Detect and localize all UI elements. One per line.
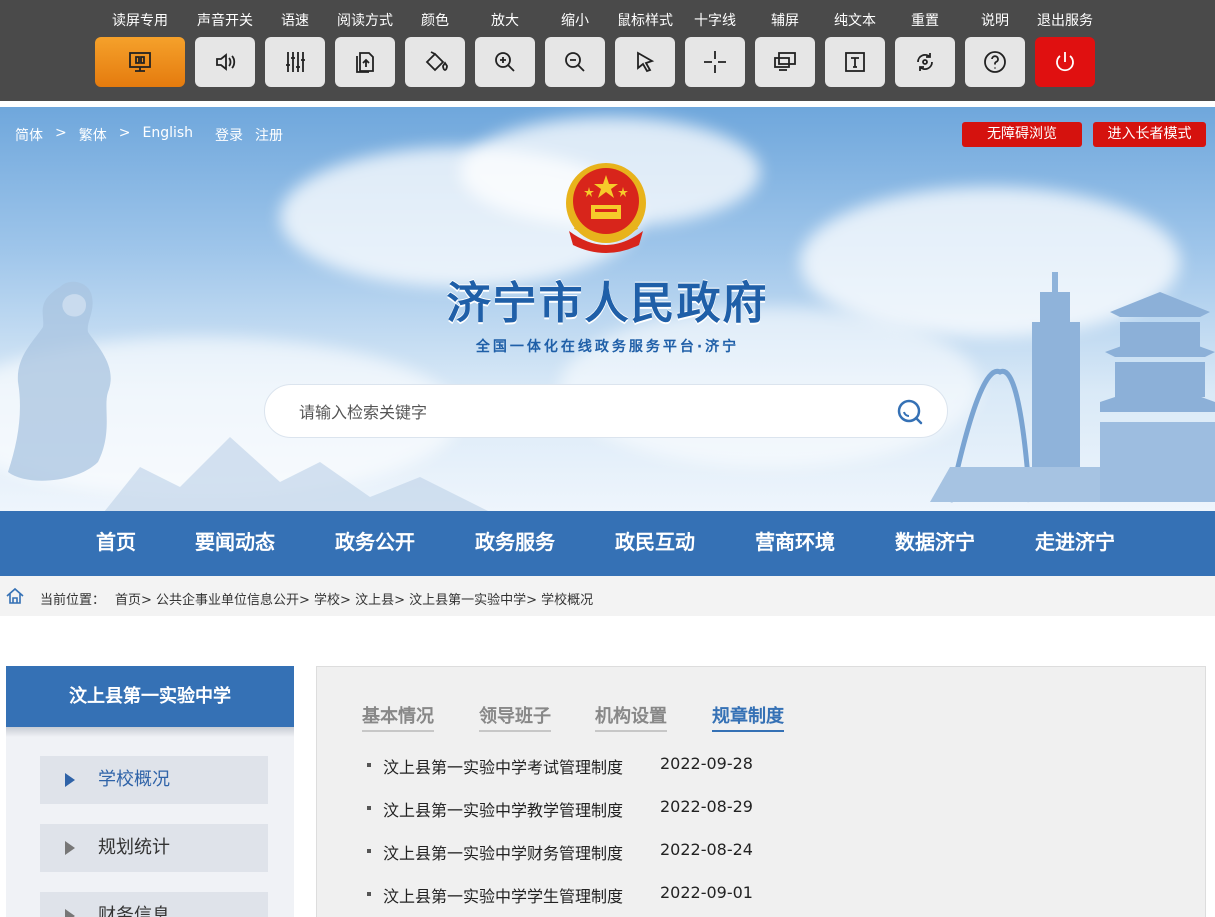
list-item-date: 2022-08-24 bbox=[660, 840, 753, 859]
nav-item-about[interactable]: 走进济宁 bbox=[1035, 511, 1115, 576]
list-item-title[interactable]: 汶上县第一实验中学考试管理制度 bbox=[383, 754, 623, 778]
crosshair-icon bbox=[704, 51, 726, 73]
bullet-icon bbox=[367, 763, 371, 767]
tab-regulations[interactable]: 规章制度 bbox=[712, 702, 784, 732]
lang-separator: > bbox=[55, 125, 67, 141]
list-item-title[interactable]: 汶上县第一实验中学学生管理制度 bbox=[383, 883, 623, 907]
list-item-date: 2022-08-29 bbox=[660, 797, 753, 816]
breadcrumb-path[interactable]: 首页> 公共企事业单位信息公开> 学校> 汶上县> 汶上县第一实验中学> 学校概… bbox=[115, 589, 593, 608]
login-link[interactable]: 登录 bbox=[215, 125, 243, 145]
sidebar-item-overview[interactable]: 学校概况 bbox=[40, 756, 268, 804]
tab-organization[interactable]: 机构设置 bbox=[595, 702, 667, 732]
triangle-right-icon bbox=[65, 841, 75, 855]
list-item-title[interactable]: 汶上县第一实验中学教学管理制度 bbox=[383, 797, 623, 821]
bullet-icon bbox=[367, 892, 371, 896]
sidebar-item-label: 财务信息 bbox=[98, 905, 170, 917]
monitor-icon bbox=[129, 52, 151, 72]
help-icon bbox=[984, 51, 1006, 73]
accessibility-toolbar: 读屏专用 声音开关 语速 阅读方式 颜色 放大 缩小 鼠标样式 十字线 辅屏 纯… bbox=[0, 0, 1215, 101]
nav-item-public-affairs[interactable]: 政务公开 bbox=[335, 511, 415, 576]
sidebar: 汶上县第一实验中学 学校概况 规划统计 财务信息 bbox=[6, 666, 294, 917]
cursor-style-button[interactable] bbox=[615, 37, 675, 87]
tab-leadership[interactable]: 领导班子 bbox=[479, 702, 551, 732]
language-switcher: 简体 > 繁体 > English 登录 注册 bbox=[15, 125, 295, 145]
lang-simplified[interactable]: 简体 bbox=[15, 125, 43, 145]
speaker-icon bbox=[216, 53, 236, 71]
zoom-out-button[interactable] bbox=[545, 37, 605, 87]
breadcrumb-label: 当前位置： bbox=[40, 593, 106, 608]
search-box bbox=[264, 384, 948, 438]
paint-bucket-icon bbox=[425, 51, 448, 72]
read-mode-button[interactable] bbox=[335, 37, 395, 87]
search-icon[interactable] bbox=[895, 397, 925, 427]
elder-mode-button[interactable]: 进入长者模式 bbox=[1093, 122, 1206, 147]
zoom-out-icon bbox=[565, 52, 585, 72]
plain-text-button[interactable] bbox=[825, 37, 885, 87]
color-button[interactable] bbox=[405, 37, 465, 87]
tab-basic-info[interactable]: 基本情况 bbox=[362, 702, 434, 732]
sound-toggle-button[interactable] bbox=[195, 37, 255, 87]
screen-reader-button[interactable] bbox=[95, 37, 185, 87]
sidebar-item-label: 学校概况 bbox=[98, 769, 170, 790]
home-icon[interactable] bbox=[5, 586, 25, 606]
site-subtitle: 全国一体化在线政务服务平台·济宁 bbox=[475, 339, 740, 355]
list-item-title[interactable]: 汶上县第一实验中学财务管理制度 bbox=[383, 840, 623, 864]
read-mode-icon bbox=[356, 52, 374, 73]
content-panel: 基本情况 领导班子 机构设置 规章制度 汶上县第一实验中学考试管理制度 2022… bbox=[316, 666, 1206, 917]
sidebar-title: 汶上县第一实验中学 bbox=[6, 666, 294, 727]
list-item-date: 2022-09-01 bbox=[660, 883, 753, 902]
accessible-browse-button[interactable]: 无障碍浏览 bbox=[962, 122, 1082, 147]
speech-speed-button[interactable] bbox=[265, 37, 325, 87]
cursor-icon bbox=[637, 51, 655, 73]
nav-item-home[interactable]: 首页 bbox=[96, 511, 136, 576]
tb-screen-reader[interactable]: 读屏专用 bbox=[95, 0, 185, 101]
sidebar-item-finance[interactable]: 财务信息 bbox=[40, 892, 268, 917]
reset-icon bbox=[917, 53, 933, 71]
sliders-icon bbox=[286, 52, 305, 72]
nav-item-data[interactable]: 数据济宁 bbox=[895, 511, 975, 576]
lang-english[interactable]: English bbox=[142, 125, 193, 145]
bullet-icon bbox=[367, 849, 371, 853]
sidebar-item-planning[interactable]: 规划统计 bbox=[40, 824, 268, 872]
power-icon bbox=[1056, 52, 1074, 72]
nav-item-business[interactable]: 营商环境 bbox=[755, 511, 835, 576]
text-icon bbox=[845, 52, 865, 72]
list-item-date: 2022-09-28 bbox=[660, 754, 753, 773]
crosshair-button[interactable] bbox=[685, 37, 745, 87]
zoom-in-icon bbox=[495, 52, 515, 72]
register-link[interactable]: 注册 bbox=[255, 125, 283, 145]
second-screen-icon bbox=[774, 52, 796, 71]
site-title: 济宁市人民政府 bbox=[446, 278, 769, 329]
nav-item-news[interactable]: 要闻动态 bbox=[195, 511, 275, 576]
search-input[interactable] bbox=[299, 399, 859, 425]
nav-item-interaction[interactable]: 政民互动 bbox=[615, 511, 695, 576]
sidebar-item-label: 规划统计 bbox=[98, 837, 170, 858]
zoom-in-button[interactable] bbox=[475, 37, 535, 87]
bullet-icon bbox=[367, 806, 371, 810]
nav-item-services[interactable]: 政务服务 bbox=[475, 511, 555, 576]
lang-traditional[interactable]: 繁体 bbox=[79, 125, 107, 145]
breadcrumb: 当前位置： 首页> 公共企事业单位信息公开> 学校> 汶上县> 汶上县第一实验中… bbox=[0, 576, 1215, 616]
main-nav: 首页 要闻动态 政务公开 政务服务 政民互动 营商环境 数据济宁 走进济宁 bbox=[0, 511, 1215, 576]
tb-exit[interactable]: 退出服务 bbox=[1035, 0, 1095, 101]
tb-label: 退出服务 bbox=[1037, 13, 1093, 29]
reset-button[interactable] bbox=[895, 37, 955, 87]
help-button[interactable] bbox=[965, 37, 1025, 87]
triangle-right-icon bbox=[65, 773, 75, 787]
national-emblem-icon bbox=[566, 163, 646, 253]
lang-separator: > bbox=[118, 125, 131, 141]
exit-service-button[interactable] bbox=[1035, 37, 1095, 87]
header-banner: 简体 > 繁体 > English 登录 注册 无障碍浏览 进入长者模式 济宁市… bbox=[0, 107, 1215, 511]
skyline-illustration bbox=[930, 272, 1215, 503]
triangle-right-icon bbox=[65, 909, 75, 917]
second-screen-button[interactable] bbox=[755, 37, 815, 87]
sidebar-fold bbox=[6, 727, 294, 737]
